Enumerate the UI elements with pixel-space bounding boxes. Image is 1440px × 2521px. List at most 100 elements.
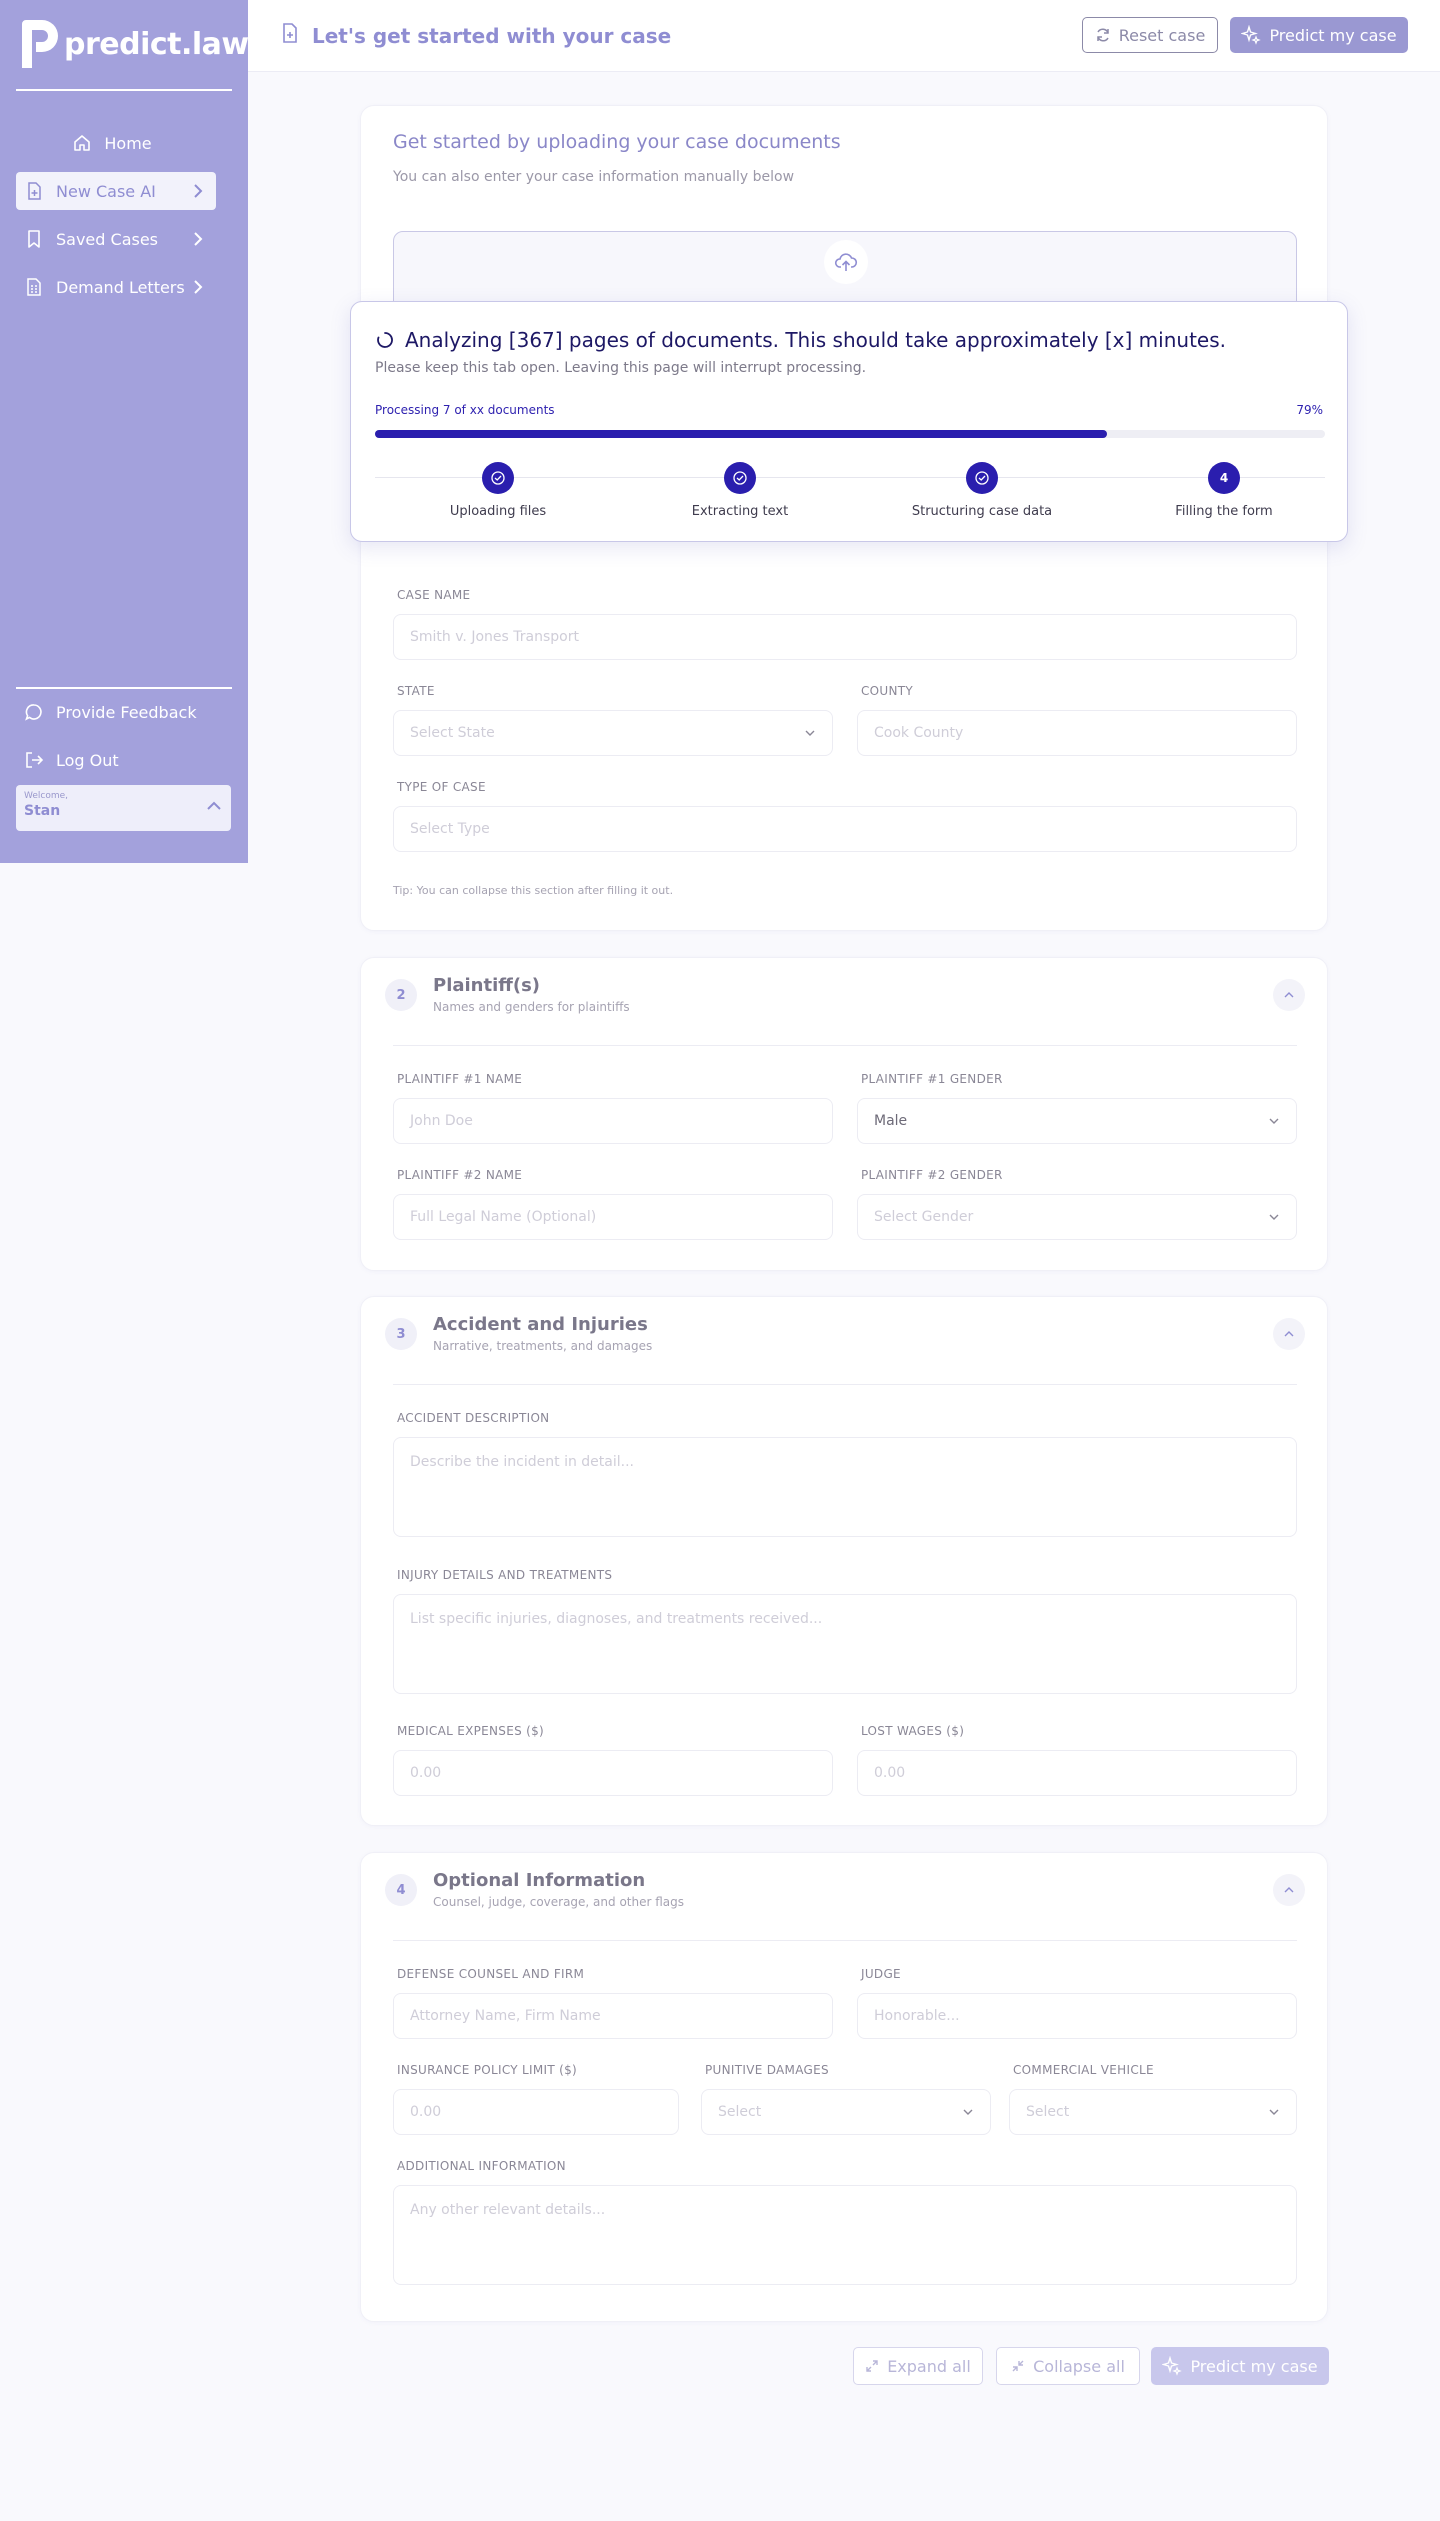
- collapse-all-label: Collapse all: [1033, 2356, 1125, 2376]
- step-label: Uploading files: [449, 504, 547, 519]
- plaintiff-2-gender-label: PLAINTIFF #2 GENDER: [861, 1168, 1003, 1182]
- defense-counsel-input[interactable]: Attorney Name, Firm Name: [393, 1993, 833, 2039]
- predict-my-case-button[interactable]: Predict my case: [1230, 17, 1408, 53]
- expand-icon: [865, 2359, 879, 2373]
- step-structuring-case-data: Structuring case data: [902, 462, 1062, 519]
- commercial-vehicle-select[interactable]: Select: [1009, 2089, 1297, 2135]
- sidebar-item-log-out[interactable]: Log Out: [16, 741, 216, 779]
- plaintiff-2-gender-select[interactable]: Select Gender: [857, 1194, 1297, 1240]
- sidebar-item-provide-feedback[interactable]: Provide Feedback: [16, 693, 216, 731]
- sidebar-divider: [16, 89, 232, 91]
- medical-expenses-input[interactable]: 0.00: [393, 1750, 833, 1796]
- chevron-up-icon: [205, 797, 223, 816]
- sidebar-item-label: New Case AI: [56, 181, 156, 201]
- chevron-down-icon: [804, 727, 816, 743]
- accident-description-input[interactable]: Describe the incident in detail...: [393, 1437, 1297, 1537]
- section-number: 2: [385, 979, 417, 1011]
- user-menu[interactable]: Welcome, Stan: [16, 785, 231, 831]
- additional-information-input[interactable]: Any other relevant details...: [393, 2185, 1297, 2285]
- collapse-section-button[interactable]: [1273, 1318, 1305, 1350]
- section-subtitle: Counsel, judge, coverage, and other flag…: [433, 1895, 685, 1909]
- step-label: Extracting text: [691, 504, 789, 519]
- progress-fill: [375, 430, 1107, 438]
- logo-text: predict.law: [64, 26, 249, 62]
- case-type-select[interactable]: Select Type: [393, 806, 1297, 852]
- progress-percent: 79%: [1296, 403, 1323, 417]
- refresh-icon: [1095, 27, 1111, 43]
- section-title: Plaintiff(s): [433, 975, 541, 996]
- check-circle-icon: [724, 462, 756, 494]
- section-number: 4: [385, 1874, 417, 1906]
- sidebar-item-saved-cases[interactable]: Saved Cases: [16, 220, 216, 258]
- sidebar-item-new-case-ai[interactable]: New Case AI: [16, 172, 216, 210]
- lost-wages-input[interactable]: 0.00: [857, 1750, 1297, 1796]
- plaintiff-1-name-label: PLAINTIFF #1 NAME: [397, 1072, 523, 1086]
- sidebar-item-label: Saved Cases: [56, 229, 159, 249]
- predict-my-case-label: Predict my case: [1190, 2356, 1318, 2376]
- state-select[interactable]: Select State: [393, 710, 833, 756]
- chevron-down-icon: [962, 2106, 974, 2122]
- state-label: STATE: [397, 684, 435, 698]
- accident-section: 3 Accident and Injuries Narrative, treat…: [360, 1296, 1328, 1826]
- chevron-up-icon: [1284, 1331, 1294, 1337]
- reset-case-label: Reset case: [1118, 25, 1206, 45]
- punitive-damages-value: Select: [718, 2104, 762, 2120]
- step-number: 4: [1208, 462, 1240, 494]
- step-extracting-text: Extracting text: [660, 462, 820, 519]
- sidebar-divider: [16, 687, 232, 689]
- lost-wages-label: LOST WAGES ($): [861, 1724, 965, 1738]
- processing-title: Analyzing [367] pages of documents. This…: [375, 328, 1226, 352]
- plaintiff-2-name-input[interactable]: Full Legal Name (Optional): [393, 1194, 833, 1240]
- section-number: 3: [385, 1318, 417, 1350]
- additional-information-label: ADDITIONAL INFORMATION: [397, 2159, 566, 2173]
- collapse-icon: [1011, 2359, 1025, 2373]
- insurance-limit-input[interactable]: 0.00: [393, 2089, 679, 2135]
- sparkle-icon: [1241, 25, 1262, 45]
- plaintiff-1-gender-value: Male: [874, 1113, 908, 1129]
- sidebar: predict.law Home New Case AI Saved Cases…: [0, 0, 249, 863]
- processing-dialog: Analyzing [367] pages of documents. This…: [350, 301, 1348, 542]
- upload-subtitle: You can also enter your case information…: [393, 169, 795, 185]
- upload-cloud-icon: [824, 240, 868, 284]
- check-circle-icon: [966, 462, 998, 494]
- expand-all-label: Expand all: [887, 2356, 971, 2376]
- logout-icon: [24, 750, 44, 770]
- section-divider: [393, 1045, 1297, 1046]
- bookmark-icon: [24, 229, 44, 249]
- home-icon: [72, 133, 92, 153]
- predict-my-case-label: Predict my case: [1269, 25, 1397, 45]
- county-input[interactable]: Cook County: [857, 710, 1297, 756]
- plaintiffs-section: 2 Plaintiff(s) Names and genders for pla…: [360, 957, 1328, 1271]
- chevron-right-icon: [192, 278, 204, 300]
- user-name: Stan: [24, 803, 61, 819]
- commercial-vehicle-label: COMMERCIAL VEHICLE: [1013, 2063, 1154, 2077]
- logo[interactable]: predict.law: [18, 18, 249, 70]
- sidebar-item-label: Provide Feedback: [56, 702, 197, 722]
- reset-case-button[interactable]: Reset case: [1082, 17, 1218, 53]
- expand-all-button[interactable]: Expand all: [853, 2347, 983, 2385]
- sidebar-item-label: Log Out: [56, 750, 119, 770]
- collapse-section-button[interactable]: [1273, 1874, 1305, 1906]
- punitive-damages-label: PUNITIVE DAMAGES: [705, 2063, 829, 2077]
- plaintiff-1-gender-label: PLAINTIFF #1 GENDER: [861, 1072, 1003, 1086]
- plaintiff-1-name-input[interactable]: John Doe: [393, 1098, 833, 1144]
- chevron-right-icon: [192, 182, 204, 204]
- judge-input[interactable]: Honorable...: [857, 1993, 1297, 2039]
- injury-details-input[interactable]: List specific injuries, diagnoses, and t…: [393, 1594, 1297, 1694]
- collapse-section-button[interactable]: [1273, 979, 1305, 1011]
- medical-expenses-label: MEDICAL EXPENSES ($): [397, 1724, 545, 1738]
- case-name-input[interactable]: Smith v. Jones Transport: [393, 614, 1297, 660]
- sidebar-item-demand-letters[interactable]: Demand Letters: [16, 268, 216, 306]
- collapse-all-button[interactable]: Collapse all: [996, 2347, 1140, 2385]
- step-label: Filling the form: [1175, 504, 1273, 519]
- predict-my-case-bottom-button[interactable]: Predict my case: [1151, 2347, 1329, 2385]
- check-circle-icon: [482, 462, 514, 494]
- logo-mark-icon: [18, 18, 62, 70]
- chevron-down-icon: [1268, 1211, 1280, 1227]
- punitive-damages-select[interactable]: Select: [701, 2089, 991, 2135]
- plaintiff-1-gender-select[interactable]: Male: [857, 1098, 1297, 1144]
- plaintiff-2-name-label: PLAINTIFF #2 NAME: [397, 1168, 523, 1182]
- sidebar-item-home[interactable]: Home: [16, 124, 216, 162]
- plaintiff-2-gender-value: Select Gender: [874, 1209, 974, 1225]
- section-title: Accident and Injuries: [433, 1314, 648, 1335]
